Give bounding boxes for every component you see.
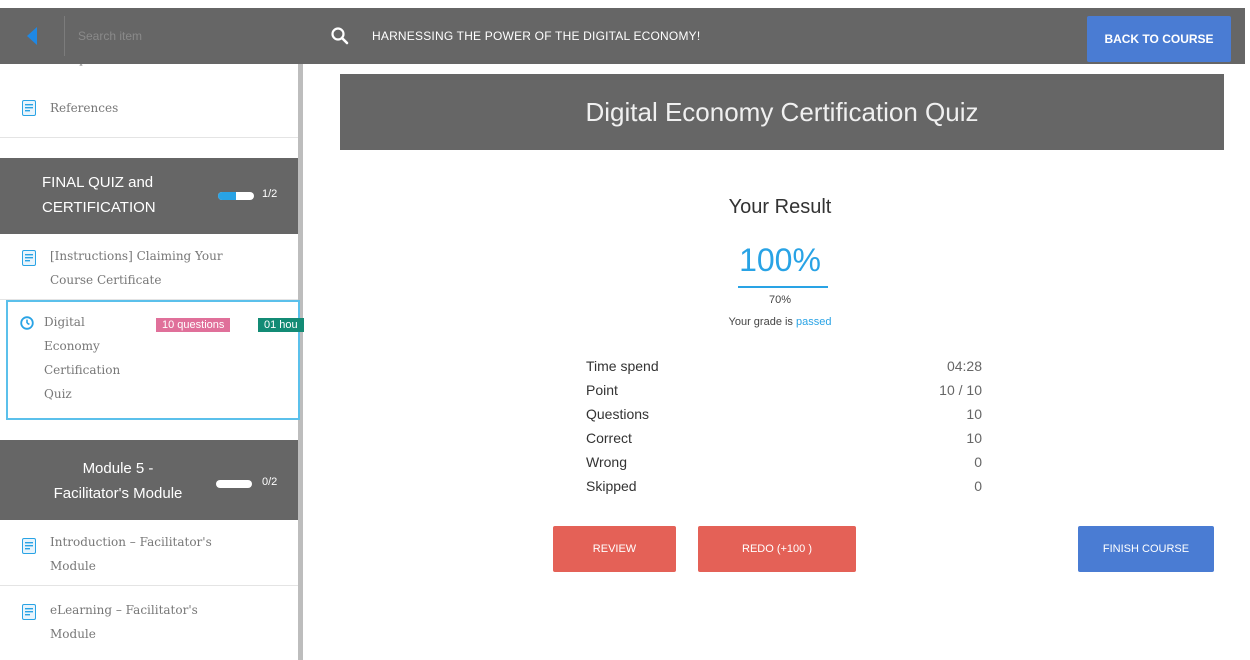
stat-row: Point 10 / 10: [586, 382, 982, 398]
grade-passed-text: passed: [796, 316, 832, 328]
stat-row: Correct 10: [586, 430, 982, 446]
divider: [64, 16, 65, 56]
sidebar-item-label: Digital Economy Certification Quiz: [44, 315, 121, 401]
section-progress-bar: [218, 192, 254, 200]
section-final-quiz[interactable]: FINAL QUIZ and CERTIFICATION 1/2: [0, 158, 298, 234]
caret-left-icon: [27, 27, 37, 45]
redo-button[interactable]: REDO (+100 ): [698, 526, 856, 572]
section-progress-count: 0/2: [262, 476, 278, 488]
review-button[interactable]: REVIEW: [553, 526, 676, 572]
sidebar-item-introduction[interactable]: Introduction – Facilitator's Module: [0, 522, 298, 586]
section-progress-bar: [216, 480, 252, 488]
document-icon: [22, 250, 36, 266]
section-progress-count: 1/2: [262, 188, 278, 200]
search-icon[interactable]: [330, 26, 350, 46]
sidebar-item-label: eLearning – Facilitator's Module: [50, 603, 198, 641]
sidebar-item-label: Examples and Links: [48, 64, 258, 72]
document-icon: [22, 538, 36, 554]
stat-row: Wrong 0: [586, 454, 982, 470]
top-bar: Search item HARNESSING THE POWER OF THE …: [0, 8, 1245, 64]
result-underline: [738, 286, 828, 288]
stat-row: Skipped 0: [586, 478, 982, 494]
progress-fill: [218, 192, 236, 200]
sidebar-item-elearning[interactable]: eLearning – Facilitator's Module: [0, 590, 298, 654]
section-title: FINAL QUIZ and CERTIFICATION: [42, 174, 156, 216]
sidebar-item-label: References: [50, 101, 119, 115]
sidebar-item-references[interactable]: References: [0, 78, 298, 138]
back-to-course-button[interactable]: BACK TO COURSE: [1087, 16, 1231, 62]
finish-course-button[interactable]: FINISH COURSE: [1078, 526, 1214, 572]
page: Search item HARNESSING THE POWER OF THE …: [0, 0, 1250, 660]
grade-status: Your grade is passed: [728, 316, 832, 328]
duration-badge: 01 hou: [258, 318, 304, 332]
stat-row: Questions 10: [586, 406, 982, 422]
sidebar-item-label: Introduction – Facilitator's Module: [50, 535, 212, 573]
section-title: Module 5 - Facilitator's Module: [53, 460, 183, 502]
sidebar-item-instructions[interactable]: [Instructions] Claiming Your Course Cert…: [0, 236, 298, 300]
stat-row: Time spend 04:28: [586, 358, 982, 374]
sidebar-item-quiz-active[interactable]: Digital Economy Certification Quiz 10 qu…: [6, 300, 304, 420]
search-input[interactable]: Search item: [78, 26, 278, 46]
list-item[interactable]: Examples and Links: [0, 64, 298, 70]
section-module-5[interactable]: Module 5 - Facilitator's Module 0/2: [0, 440, 298, 520]
sidebar-item-label: [Instructions] Claiming Your Course Cert…: [50, 249, 223, 287]
document-icon: [22, 100, 36, 116]
clock-icon: [20, 316, 34, 330]
sidebar-toggle-button[interactable]: [0, 8, 64, 64]
result-heading: Your Result: [728, 196, 832, 218]
questions-badge: 10 questions: [156, 318, 231, 332]
passing-grade: 70%: [768, 294, 792, 306]
document-icon: [22, 604, 36, 620]
result-percentage: 100%: [739, 242, 821, 278]
result-stats: Time spend 04:28 Point 10 / 10 Questions 10…: [586, 356, 982, 500]
course-title: HARNESSING THE POWER OF THE DIGITAL ECON…: [372, 29, 701, 43]
quiz-title: Digital Economy Certification Quiz: [340, 74, 1224, 150]
